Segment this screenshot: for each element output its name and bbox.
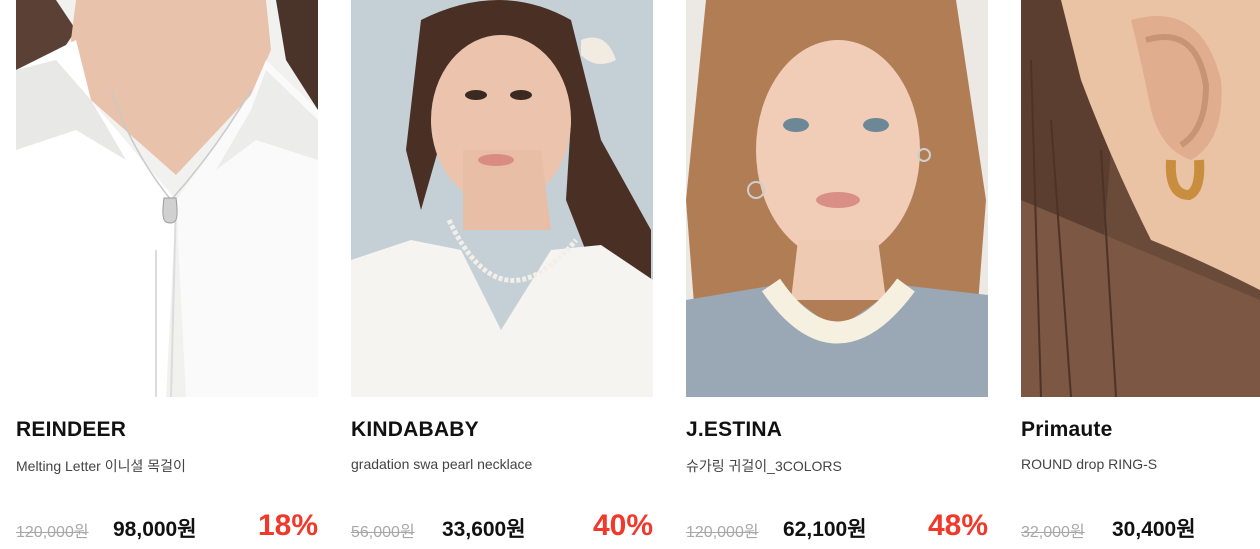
discount-rate: 48% [927, 509, 988, 542]
discount-rate: 18% [257, 509, 318, 542]
brand-name[interactable]: KINDABABY [351, 418, 479, 442]
product-grid: REINDEER Melting Letter 이니셜 목걸이 120,000원… [16, 0, 1260, 549]
product-name[interactable]: ROUND drop RING-S [1021, 456, 1157, 472]
sale-price: 30,400원 [1112, 518, 1196, 541]
product-image[interactable] [686, 0, 988, 397]
product-image[interactable] [351, 0, 653, 397]
brand-name[interactable]: Primaute [1021, 418, 1112, 442]
product-name[interactable]: 슈가링 귀걸이_3COLORS [686, 456, 842, 476]
sale-price: 98,000원 [113, 518, 197, 541]
brand-name[interactable]: J.ESTINA [686, 418, 782, 442]
sale-price: 62,100원 [783, 518, 867, 541]
original-price: 120,000원 [686, 524, 759, 541]
original-price: 56,000원 [351, 524, 415, 541]
product-name[interactable]: Melting Letter 이니셜 목걸이 [16, 456, 186, 476]
product-image[interactable] [16, 0, 318, 397]
product-card[interactable]: REINDEER Melting Letter 이니셜 목걸이 120,000원… [16, 0, 318, 549]
discount-rate: 40% [592, 509, 653, 542]
product-image-art [1021, 0, 1260, 397]
original-price: 120,000원 [16, 524, 89, 541]
product-image-art [351, 0, 653, 397]
brand-name[interactable]: REINDEER [16, 418, 126, 442]
product-card[interactable]: Primaute ROUND drop RING-S 32,000원 30,40… [1021, 0, 1260, 549]
product-card[interactable]: KINDABABY gradation swa pearl necklace 5… [351, 0, 653, 549]
product-image[interactable] [1021, 0, 1260, 397]
product-image-art [16, 0, 318, 397]
product-name[interactable]: gradation swa pearl necklace [351, 456, 532, 472]
sale-price: 33,600원 [442, 518, 526, 541]
product-image-art [686, 0, 988, 397]
original-price: 32,000원 [1021, 524, 1085, 541]
product-card[interactable]: J.ESTINA 슈가링 귀걸이_3COLORS 120,000원 62,100… [686, 0, 988, 549]
